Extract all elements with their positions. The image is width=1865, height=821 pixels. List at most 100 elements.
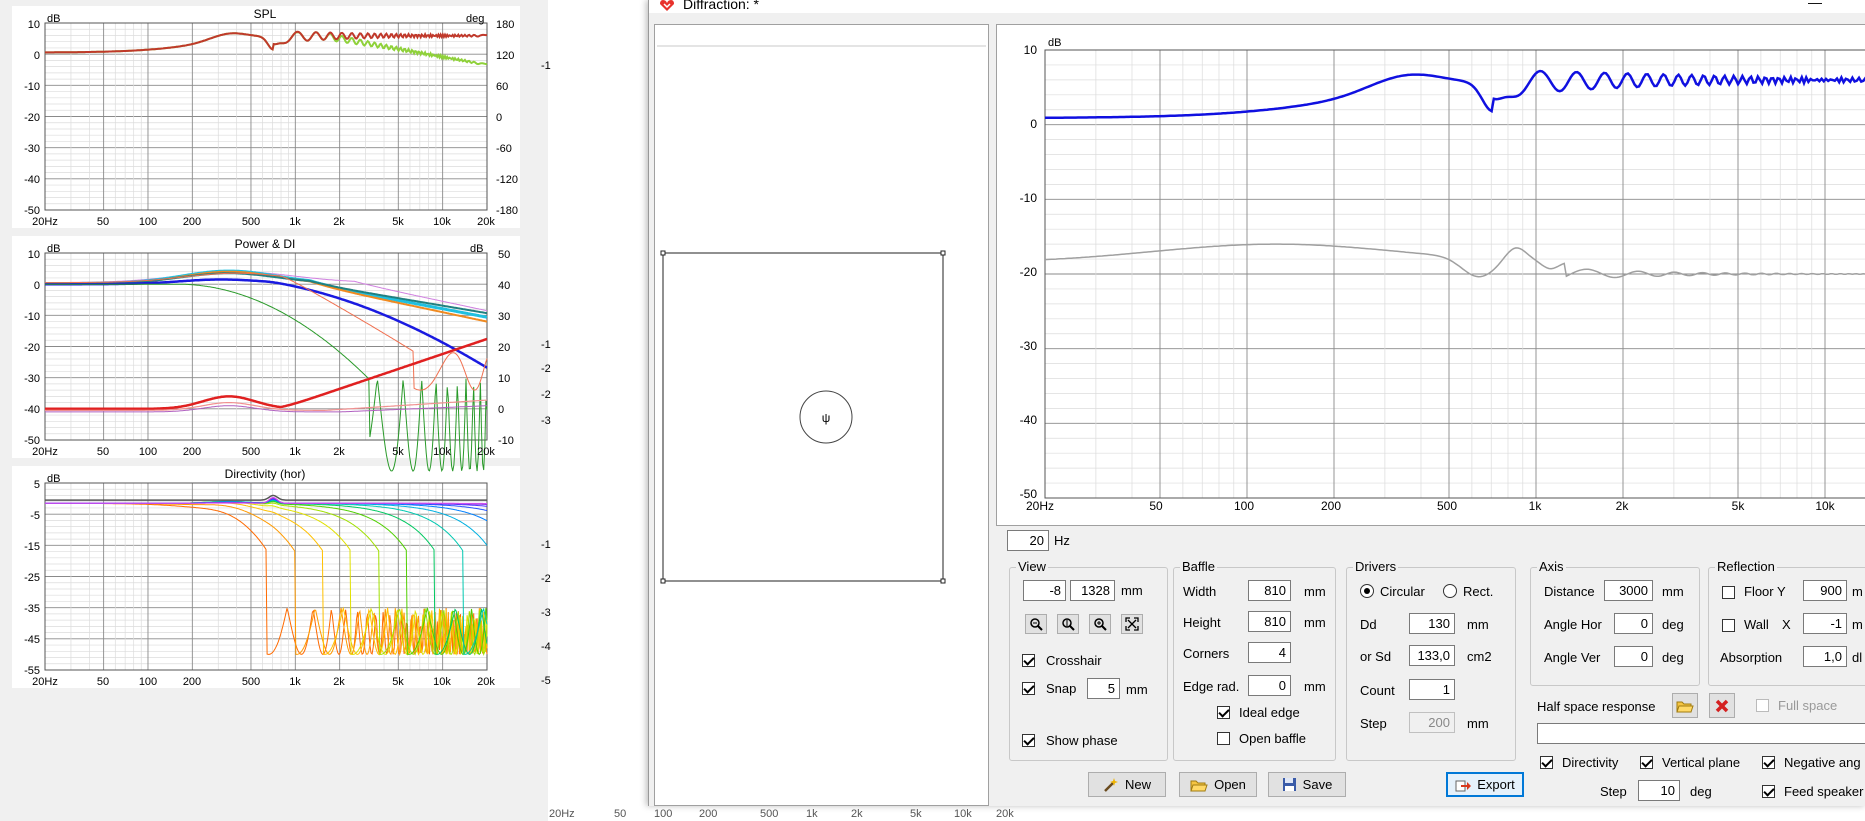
zoom-in-icon[interactable] <box>1089 614 1111 634</box>
wall-unit: m <box>1852 617 1863 632</box>
zoom-full-icon[interactable] <box>1121 614 1143 634</box>
angle-hor-input[interactable]: 0 <box>1614 613 1653 634</box>
width-input[interactable]: 810 <box>1248 580 1291 601</box>
open-button[interactable]: Open <box>1179 772 1257 797</box>
power-right-ticks: 50 40 30 20 10 0 -10 <box>498 249 514 447</box>
directivity-step-label: Step <box>1600 784 1627 799</box>
show-phase-checkbox[interactable] <box>1022 734 1035 747</box>
tick: 1k <box>1529 499 1543 513</box>
vertical-plane-label: Vertical plane <box>1662 755 1741 770</box>
tick: 20Hz <box>1026 499 1054 513</box>
floor-checkbox[interactable] <box>1722 586 1735 599</box>
sd-input[interactable]: 133,0 <box>1409 645 1455 666</box>
wall-input[interactable]: -1 <box>1803 613 1847 634</box>
tick: 20 <box>498 342 510 354</box>
tick: 10 <box>1024 43 1038 57</box>
power-curve-blue <box>45 278 488 369</box>
crosshair-checkbox[interactable] <box>1022 654 1035 667</box>
half-space-path-input[interactable] <box>1537 723 1865 744</box>
spl-x-ticks: 20Hz 50 100 200 500 1k 2k 5k 10k 20k <box>32 216 495 228</box>
app-icon <box>660 0 674 11</box>
resize-handle[interactable] <box>660 578 666 584</box>
zoom-out-icon[interactable] <box>1025 614 1047 634</box>
directivity-left-ticks: 5 -5 -15 -25 -35 -45 -55 <box>24 479 40 677</box>
view-y-input[interactable]: 1328 <box>1070 580 1115 601</box>
snap-checkbox[interactable] <box>1022 682 1035 695</box>
floor-input[interactable]: 900 <box>1803 580 1847 601</box>
angle-ver-unit: deg <box>1662 650 1684 665</box>
dd-input[interactable]: 130 <box>1409 613 1455 634</box>
resize-handle[interactable] <box>660 250 666 256</box>
delete-icon[interactable] <box>1709 693 1735 718</box>
count-label: Count <box>1360 683 1395 698</box>
tick: 10 <box>28 19 40 31</box>
edge-radius-input[interactable]: 0 <box>1248 675 1291 696</box>
tick: 2k <box>333 676 345 688</box>
view-x-input[interactable]: -8 <box>1023 580 1066 601</box>
negative-angles-checkbox[interactable] <box>1762 756 1775 769</box>
tick: 20k <box>477 446 495 458</box>
export-button[interactable]: Export <box>1446 772 1524 797</box>
tick: 100 <box>139 216 157 228</box>
wall-checkbox[interactable] <box>1722 619 1735 632</box>
sd-label: or Sd <box>1360 649 1392 664</box>
zoom-fit-icon[interactable] <box>1057 614 1079 634</box>
resize-handle[interactable] <box>940 250 946 256</box>
bg-tick: -1 <box>541 60 551 72</box>
absorption-input[interactable]: 1,0 <box>1803 646 1847 667</box>
frequency-input[interactable]: 20 <box>1007 530 1049 551</box>
tick: -45 <box>24 634 40 646</box>
directivity-step-input[interactable]: 10 <box>1638 780 1680 801</box>
snap-unit: mm <box>1126 682 1148 697</box>
bg-tick: 50 <box>614 808 626 820</box>
snap-input[interactable]: 5 <box>1087 678 1120 699</box>
tick: 10k <box>433 446 451 458</box>
save-button[interactable]: Save <box>1268 772 1346 797</box>
distance-input[interactable]: 3000 <box>1604 580 1653 601</box>
baffle-drawing: ψ <box>657 45 986 584</box>
tick: -10 <box>24 81 40 93</box>
minimize-button[interactable]: — <box>1800 0 1830 10</box>
angle-ver-input[interactable]: 0 <box>1614 646 1653 667</box>
directivity-title: Directivity (hor) <box>225 467 306 481</box>
count-input[interactable]: 1 <box>1409 679 1455 700</box>
bg-tick: 200 <box>699 808 717 820</box>
tick: 5k <box>392 446 404 458</box>
new-button[interactable]: New <box>1088 772 1166 797</box>
tick: 5k <box>392 216 404 228</box>
tick: -40 <box>1020 413 1038 427</box>
resize-handle[interactable] <box>940 578 946 584</box>
open-baffle-checkbox[interactable] <box>1217 732 1230 745</box>
directivity-checkbox[interactable] <box>1540 756 1553 769</box>
circular-radio[interactable] <box>1360 584 1374 598</box>
full-space-label: Full space <box>1778 698 1838 713</box>
sd-unit: cm2 <box>1467 649 1492 664</box>
tick: -30 <box>24 373 40 385</box>
height-input[interactable]: 810 <box>1248 611 1291 632</box>
baffle-group-title: Baffle <box>1180 559 1218 574</box>
bg-tick: 1k <box>806 808 818 820</box>
baffle-outline[interactable] <box>662 252 944 582</box>
tick: 180 <box>496 19 514 31</box>
floor-unit: m <box>1852 584 1863 599</box>
tick: 2k <box>1616 499 1630 513</box>
floppy-disk-icon <box>1282 778 1296 791</box>
tick: 2k <box>333 216 345 228</box>
corners-input[interactable]: 4 <box>1248 642 1291 663</box>
power-left-ticks: 10 0 -10 -20 -30 -40 -50 <box>24 249 40 447</box>
full-space-checkbox[interactable] <box>1756 699 1769 712</box>
snap-label: Snap <box>1046 681 1077 696</box>
ideal-edge-checkbox[interactable] <box>1217 706 1230 719</box>
tick: 100 <box>139 446 157 458</box>
driver-step-input[interactable]: 200 <box>1409 712 1455 733</box>
rect-radio[interactable] <box>1443 584 1457 598</box>
folder-open-icon[interactable] <box>1672 693 1698 718</box>
spl-ylabel-left: dB <box>47 13 60 25</box>
bg-tick: -2 <box>541 363 551 375</box>
vertical-plane-checkbox[interactable] <box>1640 756 1653 769</box>
on-axis-spl-curve <box>1044 69 1865 120</box>
height-label: Height <box>1183 615 1221 630</box>
feed-speaker-checkbox[interactable] <box>1762 785 1775 798</box>
tick: -30 <box>24 143 40 155</box>
power-ylabel-left: dB <box>47 243 60 255</box>
